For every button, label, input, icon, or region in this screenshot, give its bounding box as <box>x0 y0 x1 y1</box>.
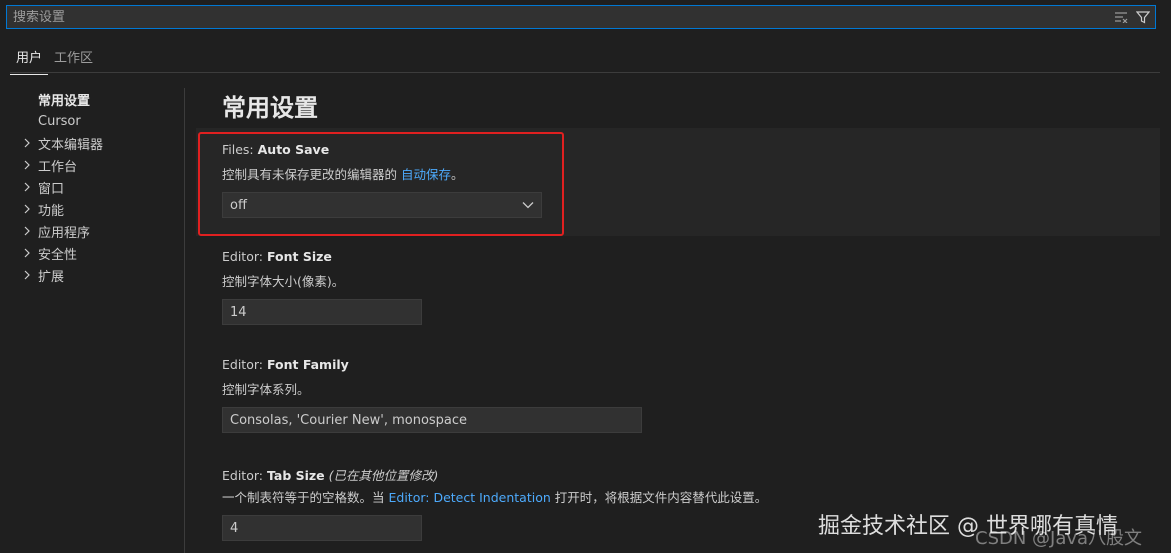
tab-user[interactable]: 用户 <box>10 44 49 75</box>
setting-title: Editor: Font Size <box>222 249 422 267</box>
auto-save-select[interactable]: off <box>222 192 542 218</box>
setting-description: 控制字体系列。 <box>222 382 310 397</box>
chevron-down-icon <box>522 201 534 209</box>
desc-text: 打开时，将根据文件内容替代此设置。 <box>550 490 768 505</box>
setting-title: Editor: Tab Size (已在其他位置修改) <box>222 465 767 483</box>
setting-name: Font Size <box>266 249 332 264</box>
desc-text: 控制具有未保存更改的编辑器的 <box>222 167 401 182</box>
input-value: Consolas, 'Courier New', monospace <box>230 412 468 428</box>
setting-auto-save: Files: Auto Save 控制具有未保存更改的编辑器的 自动保存。 of… <box>222 142 542 218</box>
toc-item-features[interactable]: 功能 <box>0 198 180 220</box>
toc-item-window[interactable]: 窗口 <box>0 176 180 198</box>
setting-category: Editor: <box>222 468 267 483</box>
toc-item-label: 功能 <box>38 203 65 219</box>
chevron-right-icon <box>20 182 34 192</box>
setting-font-size: Editor: Font Size 控制字体大小(像素)。 14 <box>222 249 422 325</box>
toc-item-cursor[interactable]: ›Cursor <box>0 110 180 132</box>
toc-item-label: 应用程序 <box>38 225 91 241</box>
setting-font-family: Editor: Font Family 控制字体系列。 Consolas, 'C… <box>222 357 642 433</box>
toc-item-label: 窗口 <box>38 181 65 197</box>
modified-elsewhere-indicator[interactable]: (已在其他位置修改) <box>329 468 439 483</box>
search-input[interactable] <box>7 9 1111 25</box>
clear-filter-icon[interactable] <box>1111 7 1131 27</box>
desc-link[interactable]: Editor: Detect Indentation <box>388 490 550 505</box>
input-value: 4 <box>230 520 239 536</box>
settings-scope-tabs: 用户 工作区 <box>10 44 99 75</box>
toc-item-security[interactable]: 安全性 <box>0 242 180 264</box>
sidebar-divider <box>184 88 185 553</box>
toc-item-label: 扩展 <box>38 269 65 285</box>
toc-item-label: 文本编辑器 <box>38 137 104 153</box>
desc-text: 。 <box>451 167 464 182</box>
tab-workspace[interactable]: 工作区 <box>48 44 99 75</box>
setting-category: Files: <box>222 142 258 157</box>
chevron-right-icon <box>20 138 34 148</box>
input-value: 14 <box>230 304 247 320</box>
toc-item-text-editor[interactable]: 文本编辑器 <box>0 132 180 154</box>
toc-item-label: Cursor <box>38 113 81 129</box>
page-title: 常用设置 <box>222 94 318 122</box>
tabs-divider <box>10 72 1160 73</box>
setting-title: Editor: Font Family <box>222 357 642 375</box>
toc-item-application[interactable]: 应用程序 <box>0 220 180 242</box>
settings-toc: ›常用设置 ›Cursor 文本编辑器 工作台 窗口 功能 应用程序 安全性 扩… <box>0 88 180 286</box>
setting-category: Editor: <box>222 357 267 372</box>
toc-item-label: 工作台 <box>38 159 78 175</box>
setting-name: Auto Save <box>257 142 330 157</box>
font-size-input[interactable]: 14 <box>222 299 422 325</box>
setting-category: Editor: <box>222 249 267 264</box>
toc-item-label: 常用设置 <box>38 93 91 109</box>
toc-item-workbench[interactable]: 工作台 <box>0 154 180 176</box>
chevron-right-icon <box>20 226 34 236</box>
settings-search-bar <box>6 5 1156 29</box>
chevron-right-icon <box>20 204 34 214</box>
filter-icon[interactable] <box>1133 7 1153 27</box>
setting-name: Tab Size <box>266 468 325 483</box>
toc-item-extensions[interactable]: 扩展 <box>0 264 180 286</box>
setting-description: 控制字体大小(像素)。 <box>222 274 345 289</box>
toc-item-label: 安全性 <box>38 247 78 263</box>
setting-description: 控制具有未保存更改的编辑器的 自动保存。 <box>222 164 542 182</box>
watermark: 掘金技术社区 @ 世界哪有真情 <box>818 514 1118 539</box>
chevron-right-icon <box>20 160 34 170</box>
select-value: off <box>230 197 247 213</box>
setting-description: 一个制表符等于的空格数。当 Editor: Detect Indentation… <box>222 487 767 505</box>
setting-tab-size: Editor: Tab Size (已在其他位置修改) 一个制表符等于的空格数。当… <box>222 465 767 541</box>
desc-text: 一个制表符等于的空格数。当 <box>222 490 389 505</box>
chevron-right-icon <box>20 248 34 258</box>
toc-item-common[interactable]: ›常用设置 <box>0 88 180 110</box>
chevron-right-icon <box>20 270 34 280</box>
font-family-input[interactable]: Consolas, 'Courier New', monospace <box>222 407 642 433</box>
desc-link[interactable]: 自动保存 <box>401 167 451 182</box>
setting-title: Files: Auto Save <box>222 142 542 160</box>
tab-size-input[interactable]: 4 <box>222 515 422 541</box>
setting-name: Font Family <box>266 357 349 372</box>
